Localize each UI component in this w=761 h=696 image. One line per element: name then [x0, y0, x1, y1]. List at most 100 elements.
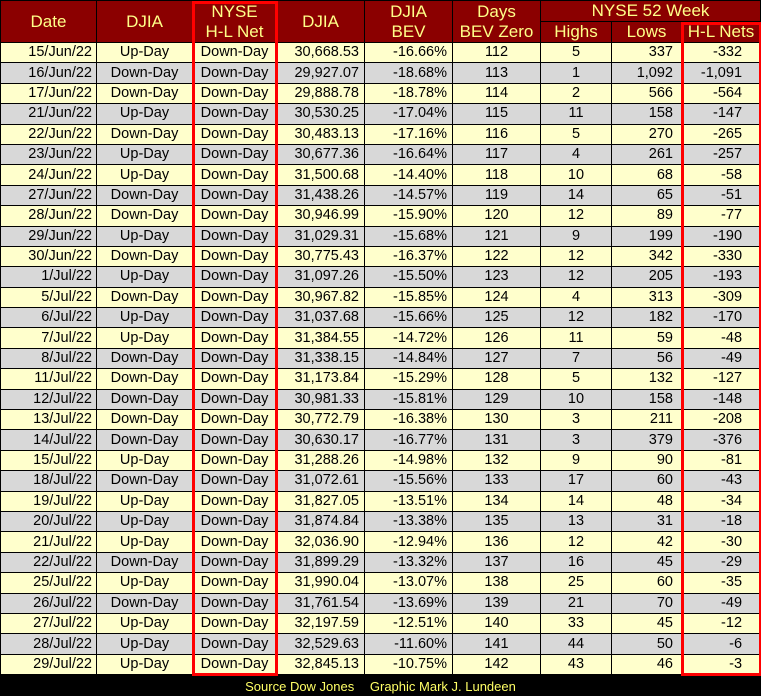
cell-days-bev-zero: 128: [452, 368, 541, 390]
cell-lows: 337: [611, 41, 682, 64]
cell-hl-nets: -309: [680, 286, 761, 309]
cell-highs: 11: [540, 327, 612, 349]
table-row: 30/Jun/22 Down-Day Down-Day 30,775.43 -16.37…: [0, 245, 761, 268]
cell-days-bev-zero: 123: [452, 266, 541, 288]
cell-nyse-hl-net: Down-Day: [192, 388, 277, 411]
cell-djia-bev: -13.51%: [364, 490, 453, 512]
cell-lows: 158: [611, 103, 682, 125]
table-row: 26/Jul/22 Down-Day Down-Day 31,761.54 -13.69…: [0, 592, 761, 614]
cell-date: 24/Jun/22: [0, 164, 97, 186]
cell-djia-day: Down-Day: [96, 286, 193, 309]
cell-nyse-hl-net: Down-Day: [192, 347, 277, 370]
cell-djia: 29,888.78: [276, 82, 365, 105]
cell-date: 28/Jun/22: [0, 205, 97, 227]
cell-djia-bev: -17.16%: [364, 123, 453, 145]
cell-nyse-hl-net: Down-Day: [192, 470, 277, 492]
cell-date: 25/Jul/22: [0, 572, 97, 594]
cell-djia: 31,827.05: [276, 490, 365, 512]
table-row: 22/Jul/22 Down-Day Down-Day 31,899.29 -13.32…: [0, 551, 761, 574]
table-row: 17/Jun/22 Down-Day Down-Day 29,888.78 -18.78…: [0, 82, 761, 105]
cell-nyse-hl-net: Down-Day: [192, 205, 277, 227]
cell-nyse-hl-net: Down-Day: [192, 612, 277, 635]
cell-hl-nets: -148: [680, 388, 761, 411]
cell-days-bev-zero: 115: [452, 103, 541, 125]
header-days-line2: BEV Zero: [459, 21, 534, 41]
cell-djia-day: Up-Day: [96, 266, 193, 288]
cell-djia-bev: -13.38%: [364, 510, 453, 533]
header-nyse-hl-net: NYSE H-L Net: [192, 0, 277, 43]
cell-hl-nets: -81: [680, 449, 761, 472]
cell-djia-bev: -14.98%: [364, 449, 453, 472]
cell-hl-nets: -77: [680, 205, 761, 227]
table-row: 19/Jul/22 Up-Day Down-Day 31,827.05 -13.51% 1…: [0, 490, 761, 512]
header-djia: DJIA: [276, 0, 365, 43]
cell-djia: 30,946.99: [276, 205, 365, 227]
cell-djia-day: Up-Day: [96, 225, 193, 247]
cell-days-bev-zero: 140: [452, 612, 541, 635]
cell-highs: 44: [540, 633, 612, 655]
cell-djia: 31,438.26: [276, 184, 365, 207]
cell-djia-day: Up-Day: [96, 164, 193, 186]
cell-lows: 566: [611, 82, 682, 105]
table-row: 7/Jul/22 Up-Day Down-Day 31,384.55 -14.72% 12…: [0, 327, 761, 349]
table-row: 6/Jul/22 Up-Day Down-Day 31,037.68 -15.66% 12…: [0, 307, 761, 329]
cell-djia: 30,677.36: [276, 143, 365, 166]
cell-lows: 182: [611, 307, 682, 329]
cell-djia: 31,097.26: [276, 266, 365, 288]
cell-djia-day: Up-Day: [96, 103, 193, 125]
cell-days-bev-zero: 132: [452, 449, 541, 472]
cell-days-bev-zero: 116: [452, 123, 541, 145]
cell-highs: 33: [540, 612, 612, 635]
cell-lows: 132: [611, 368, 682, 390]
cell-lows: 59: [611, 327, 682, 349]
cell-lows: 342: [611, 245, 682, 268]
cell-djia-bev: -14.84%: [364, 347, 453, 370]
table-row: 14/Jul/22 Down-Day Down-Day 30,630.17 -16.77…: [0, 429, 761, 451]
cell-lows: 89: [611, 205, 682, 227]
table-row: 23/Jun/22 Up-Day Down-Day 30,677.36 -16.64% 1…: [0, 143, 761, 166]
cell-nyse-hl-net: Down-Day: [192, 551, 277, 574]
cell-lows: 46: [611, 653, 682, 676]
cell-highs: 21: [540, 592, 612, 614]
cell-hl-nets: -12: [680, 612, 761, 635]
cell-djia-bev: -14.40%: [364, 164, 453, 186]
cell-djia-day: Down-Day: [96, 388, 193, 411]
cell-hl-nets: -35: [680, 572, 761, 594]
cell-nyse-hl-net: Down-Day: [192, 409, 277, 431]
cell-date: 19/Jul/22: [0, 490, 97, 512]
cell-lows: 31: [611, 510, 682, 533]
cell-nyse-hl-net: Down-Day: [192, 327, 277, 349]
cell-nyse-hl-net: Down-Day: [192, 143, 277, 166]
cell-date: 29/Jun/22: [0, 225, 97, 247]
cell-djia: 30,981.33: [276, 388, 365, 411]
cell-lows: 68: [611, 164, 682, 186]
cell-hl-nets: -51: [680, 184, 761, 207]
cell-date: 8/Jul/22: [0, 347, 97, 370]
cell-days-bev-zero: 135: [452, 510, 541, 533]
cell-djia-day: Up-Day: [96, 327, 193, 349]
cell-days-bev-zero: 114: [452, 82, 541, 105]
cell-lows: 70: [611, 592, 682, 614]
cell-djia: 30,775.43: [276, 245, 365, 268]
cell-date: 22/Jun/22: [0, 123, 97, 145]
cell-highs: 14: [540, 490, 612, 512]
cell-highs: 13: [540, 510, 612, 533]
cell-djia: 31,288.26: [276, 449, 365, 472]
cell-djia: 31,072.61: [276, 470, 365, 492]
cell-nyse-hl-net: Down-Day: [192, 307, 277, 329]
cell-highs: 12: [540, 205, 612, 227]
cell-nyse-hl-net: Down-Day: [192, 266, 277, 288]
table-row: 18/Jul/22 Down-Day Down-Day 31,072.61 -15.56…: [0, 470, 761, 492]
cell-djia-bev: -18.68%: [364, 62, 453, 84]
cell-hl-nets: -6: [680, 633, 761, 655]
cell-days-bev-zero: 139: [452, 592, 541, 614]
cell-days-bev-zero: 133: [452, 470, 541, 492]
cell-djia-day: Down-Day: [96, 409, 193, 431]
table-row: 11/Jul/22 Down-Day Down-Day 31,173.84 -15.29…: [0, 368, 761, 390]
cell-djia-bev: -12.94%: [364, 531, 453, 553]
table-row: 15/Jun/22 Up-Day Down-Day 30,668.53 -16.66% 1…: [0, 41, 761, 64]
cell-djia: 31,874.84: [276, 510, 365, 533]
cell-days-bev-zero: 121: [452, 225, 541, 247]
cell-date: 13/Jul/22: [0, 409, 97, 431]
cell-hl-nets: -18: [680, 510, 761, 533]
